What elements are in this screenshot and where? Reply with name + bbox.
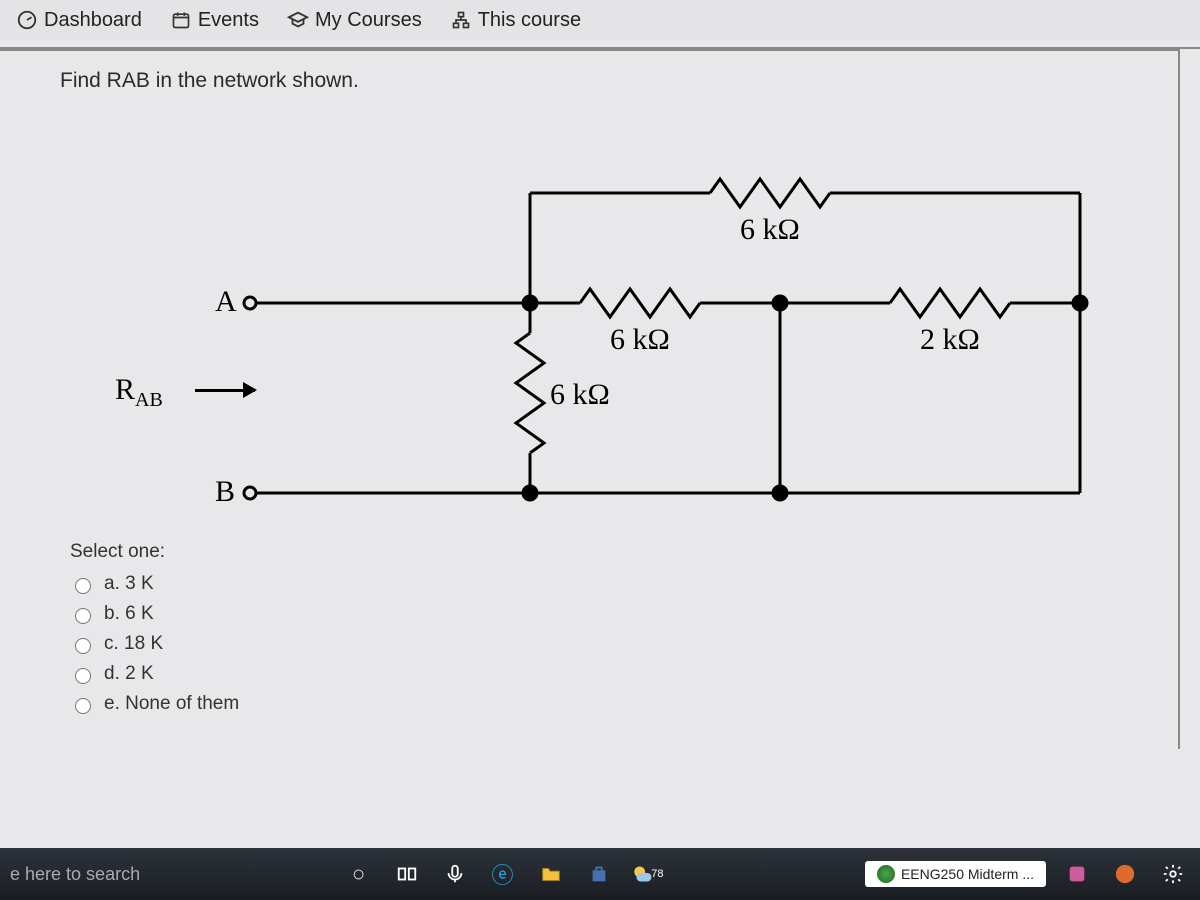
circuit-svg	[40, 113, 1140, 523]
firefox-icon[interactable]	[1108, 857, 1142, 891]
option-a-radio[interactable]	[75, 578, 91, 594]
question-panel: Find RAB in the network shown.	[0, 49, 1180, 749]
weather-temp: 78	[651, 868, 663, 880]
chrome-icon	[877, 865, 895, 883]
calendar-icon	[170, 9, 192, 31]
vertical-resistor-label: 6 kΩ	[550, 378, 610, 412]
option-e-label: e. None of them	[104, 693, 239, 715]
settings-gear-icon[interactable]	[1156, 857, 1190, 891]
question-text: Find RAB in the network shown.	[60, 69, 1166, 93]
nav-thiscourse[interactable]: This course	[450, 9, 581, 32]
option-d-radio[interactable]	[75, 668, 91, 684]
taskbar-document-button[interactable]: EENG250 Midterm ...	[865, 861, 1046, 887]
terminal-b-label: B	[215, 475, 235, 509]
nav-events-label: Events	[198, 9, 259, 32]
file-explorer-icon[interactable]	[534, 857, 568, 891]
option-c-radio[interactable]	[75, 638, 91, 654]
gauge-icon	[16, 9, 38, 31]
option-e[interactable]: e. None of them	[70, 693, 1166, 715]
grad-cap-icon	[287, 9, 309, 31]
snip-icon[interactable]	[1060, 857, 1094, 891]
option-a[interactable]: a. 3 K	[70, 573, 1166, 595]
option-c[interactable]: c. 18 K	[70, 633, 1166, 655]
right-resistor-label: 2 kΩ	[920, 323, 980, 357]
store-icon[interactable]	[582, 857, 616, 891]
option-d[interactable]: d. 2 K	[70, 663, 1166, 685]
sitemap-icon	[450, 9, 472, 31]
windows-taskbar: e here to search ○ ⓔ 78 EENG250 Midterm …	[0, 848, 1200, 900]
top-nav: Dashboard Events My Courses This course	[0, 0, 1200, 40]
rab-arrow-icon	[195, 389, 255, 392]
nav-events[interactable]: Events	[170, 9, 259, 32]
nav-thiscourse-label: This course	[478, 9, 581, 32]
option-b-radio[interactable]	[75, 608, 91, 624]
answer-options: Select one: a. 3 K b. 6 K c. 18 K d. 2 K…	[70, 541, 1166, 715]
circuit-diagram: A B RAB 6 kΩ 6 kΩ 6 kΩ 2 kΩ	[40, 113, 1140, 523]
taskbar-search-label: e here to search	[10, 864, 140, 885]
option-b-label: b. 6 K	[104, 603, 154, 625]
terminal-a-label: A	[215, 285, 237, 319]
voice-icon[interactable]	[438, 857, 472, 891]
edge-icon[interactable]: ⓔ	[486, 857, 520, 891]
option-e-radio[interactable]	[75, 698, 91, 714]
cortana-icon[interactable]: ○	[342, 857, 376, 891]
nav-dashboard[interactable]: Dashboard	[16, 9, 142, 32]
nav-mycourses[interactable]: My Courses	[287, 9, 422, 32]
taskbar-document-label: EENG250 Midterm ...	[901, 866, 1034, 882]
nav-dashboard-label: Dashboard	[44, 9, 142, 32]
taskview-icon[interactable]	[390, 857, 424, 891]
top-resistor-label: 6 kΩ	[740, 213, 800, 247]
option-b[interactable]: b. 6 K	[70, 603, 1166, 625]
rab-label: RAB	[115, 373, 163, 412]
weather-icon[interactable]: 78	[630, 857, 664, 891]
option-d-label: d. 2 K	[104, 663, 154, 685]
options-prompt: Select one:	[70, 541, 1166, 563]
option-a-label: a. 3 K	[104, 573, 154, 595]
option-c-label: c. 18 K	[104, 633, 163, 655]
nav-mycourses-label: My Courses	[315, 9, 422, 32]
taskbar-search[interactable]: e here to search	[10, 864, 140, 885]
mid-resistor-label: 6 kΩ	[610, 323, 670, 357]
